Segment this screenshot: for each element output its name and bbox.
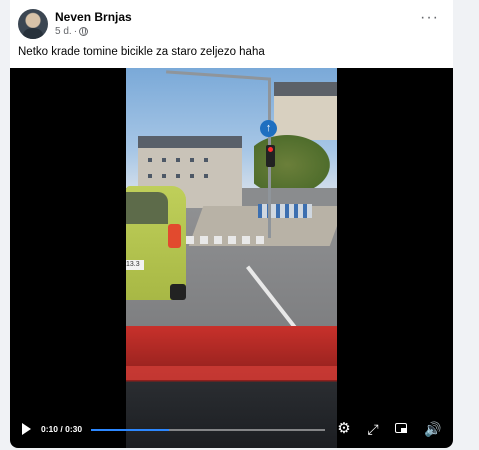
window (148, 174, 152, 178)
car-window (126, 192, 168, 224)
expand-icon[interactable]: ⤢ (365, 420, 381, 438)
bike-rack (258, 204, 312, 218)
globe-icon (79, 27, 89, 36)
dashboard-trim (126, 366, 337, 380)
volume-icon[interactable]: 🔊 (424, 420, 441, 438)
green-car: 13.3 (126, 186, 186, 300)
miniplayer-box (395, 423, 407, 433)
time-display: 0:10 / 0:30 (41, 424, 83, 434)
post-caption: Netko krade tomine bicikle za staro zelj… (18, 46, 265, 58)
video-controls: 0:10 / 0:30 ⚙ ⤢ 🔊 (10, 414, 453, 448)
car-plate: 13.3 (126, 260, 144, 270)
window (204, 158, 208, 162)
author-name[interactable]: Neven Brnjas (55, 10, 132, 24)
page: Neven Brnjas 5 d. · ··· Netko krade tomi… (0, 0, 479, 450)
window (204, 174, 208, 178)
avatar[interactable] (18, 9, 48, 39)
window (190, 158, 194, 162)
window (162, 174, 166, 178)
window (190, 174, 194, 178)
post-header: Neven Brnjas 5 d. · ··· (10, 0, 453, 44)
play-icon[interactable] (22, 423, 31, 435)
post-meta: 5 d. · (55, 26, 89, 37)
crosswalk (186, 236, 266, 244)
more-options-button[interactable]: ··· (420, 10, 439, 26)
car-tire (170, 284, 186, 300)
video-frame: ↑ 13.3 (126, 68, 337, 448)
traffic-light (266, 145, 275, 167)
post-card: Neven Brnjas 5 d. · ··· Netko krade tomi… (10, 0, 453, 448)
window (162, 158, 166, 162)
car-taillight (168, 224, 181, 248)
avatar-figure (23, 28, 43, 39)
window (176, 158, 180, 162)
meta-separator: · (73, 26, 78, 37)
direction-sign: ↑ (260, 120, 277, 137)
progress-track[interactable] (91, 429, 325, 431)
window (148, 158, 152, 162)
post-age[interactable]: 5 d. (55, 26, 72, 37)
miniplayer-icon[interactable] (393, 420, 409, 438)
window (176, 174, 180, 178)
progress-fill (91, 429, 169, 431)
gear-icon[interactable]: ⚙ (336, 420, 352, 438)
video-player[interactable]: ↑ 13.3 0:10 / 0:30 ⚙ ⤢ 🔊 (10, 68, 453, 448)
